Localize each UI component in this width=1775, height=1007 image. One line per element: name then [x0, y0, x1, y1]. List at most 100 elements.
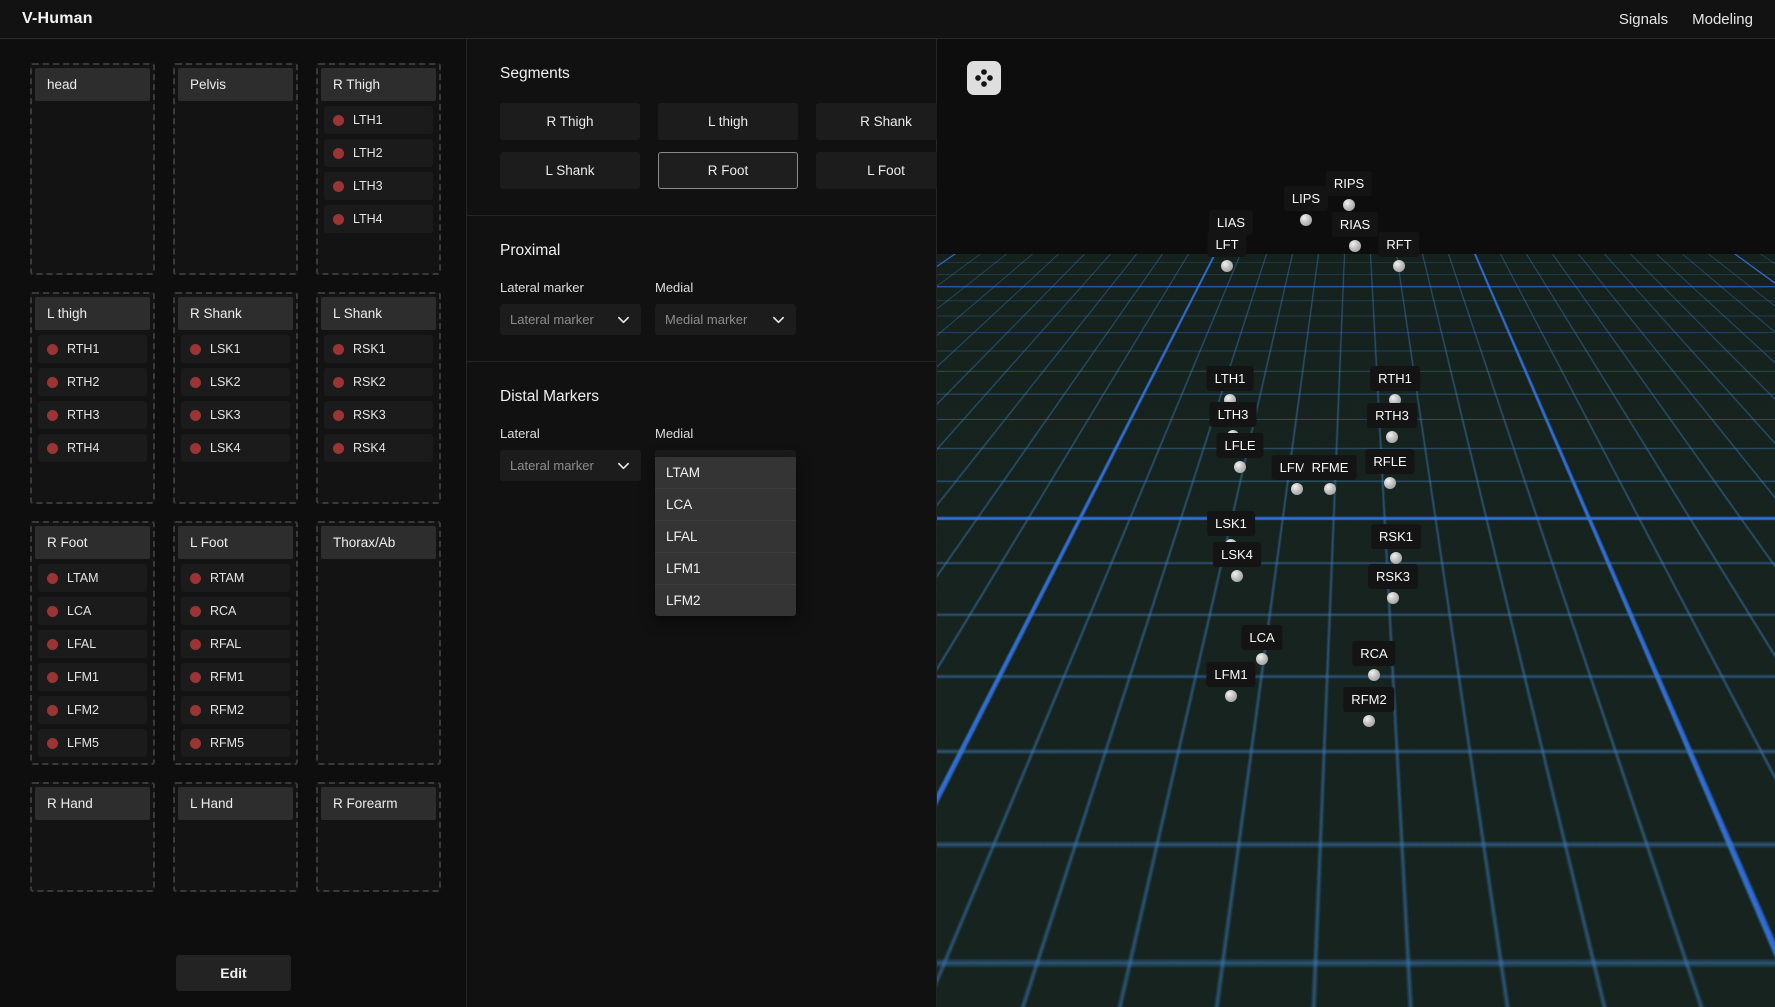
- marker-list-item[interactable]: RTH3: [38, 401, 147, 429]
- viewport-marker-label: RSK3: [1368, 564, 1418, 589]
- segment-button[interactable]: L Shank: [500, 152, 640, 189]
- segment-card[interactable]: head: [30, 63, 155, 275]
- marker-dot-icon: [190, 442, 201, 454]
- distal-lateral-select[interactable]: Lateral marker: [500, 450, 641, 481]
- marker-list-item[interactable]: RTAM: [181, 564, 290, 592]
- segment-card[interactable]: R Hand: [30, 782, 155, 892]
- segment-marker-list: [178, 820, 293, 828]
- marker-list-item[interactable]: RSK3: [324, 401, 433, 429]
- dropdown-option[interactable]: LCA: [655, 489, 796, 521]
- marker-list-item[interactable]: LSK4: [181, 434, 290, 462]
- marker-list-item[interactable]: LSK1: [181, 335, 290, 363]
- marker-list-item[interactable]: LTH3: [324, 172, 433, 200]
- segment-card[interactable]: R Thigh LTH1 LTH2 LTH3 LTH4: [316, 63, 441, 275]
- viewport-marker-label: LSK4: [1213, 542, 1261, 567]
- segment-button[interactable]: R Foot: [658, 152, 798, 189]
- segment-button[interactable]: R Thigh: [500, 103, 640, 140]
- marker-dot-icon: [333, 213, 344, 225]
- viewport-marker-sphere: [1227, 648, 1239, 660]
- distal-medial-dropdown[interactable]: LTAM LCA LFAL LFM1 LFM2: [655, 457, 796, 616]
- segment-card-title: L Shank: [321, 297, 436, 330]
- segment-button[interactable]: R Shank: [816, 103, 956, 140]
- segment-card[interactable]: L Shank RSK1 RSK2 RSK3 RSK4: [316, 292, 441, 504]
- marker-list-item[interactable]: RFAL: [181, 630, 290, 658]
- marker-dot-icon: [333, 114, 344, 126]
- marker-dot-icon: [333, 376, 344, 388]
- marker-label: RFM1: [210, 670, 245, 684]
- marker-list-item[interactable]: LCA: [38, 597, 147, 625]
- marker-dot-icon: [47, 442, 58, 454]
- nav-item-signals[interactable]: Signals: [1619, 11, 1668, 28]
- marker-list-item[interactable]: LTAM: [38, 564, 147, 592]
- marker-label: LFM2: [67, 703, 99, 717]
- segment-card[interactable]: L thigh RTH1 RTH2 RTH3 RTH4: [30, 292, 155, 504]
- segment-marker-list: LTH1 LTH2 LTH3 LTH4: [321, 101, 436, 236]
- marker-label: RTH3: [67, 408, 100, 422]
- segment-card-title: R Shank: [178, 297, 293, 330]
- segment-marker-list: [178, 101, 293, 109]
- distal-section-title: Distal Markers: [500, 388, 600, 405]
- marker-list-item[interactable]: RSK4: [324, 434, 433, 462]
- segment-card[interactable]: Pelvis: [173, 63, 298, 275]
- marker-list-item[interactable]: LFM5: [38, 729, 147, 757]
- marker-list-item[interactable]: RFM2: [181, 696, 290, 724]
- marker-label: LSK1: [210, 342, 241, 356]
- viewport-marker-sphere: [1256, 653, 1268, 665]
- marker-list-item[interactable]: LSK3: [181, 401, 290, 429]
- segment-card-title: L Foot: [178, 526, 293, 559]
- dropdown-option[interactable]: LFM1: [655, 553, 796, 585]
- viewport-marker-sphere: [1234, 461, 1246, 473]
- viewport-marker-sphere: [1389, 712, 1401, 724]
- nav-item-modeling[interactable]: Modeling: [1692, 11, 1753, 28]
- marker-list-item[interactable]: RTH1: [38, 335, 147, 363]
- proximal-lateral-select[interactable]: Lateral marker: [500, 304, 641, 335]
- 3d-viewport[interactable]: LIASLFTLIPSRIPSRIASRFTLTH2LTH1LTH4LTH3LF…: [937, 39, 1775, 1007]
- edit-button[interactable]: Edit: [176, 955, 291, 991]
- segment-card-title: L thigh: [35, 297, 150, 330]
- marker-list-item[interactable]: LTH2: [324, 139, 433, 167]
- marker-label: RTH2: [67, 375, 100, 389]
- segment-button[interactable]: L Foot: [816, 152, 956, 189]
- marker-list-item[interactable]: RCA: [181, 597, 290, 625]
- marker-list-item[interactable]: RTH2: [38, 368, 147, 396]
- marker-list-item[interactable]: LTH1: [324, 106, 433, 134]
- distal-lateral-label: Lateral: [500, 426, 540, 441]
- segment-card[interactable]: R Foot LTAM LCA LFAL LFM1 LFM2 LFM5: [30, 521, 155, 765]
- marker-list-item[interactable]: LSK2: [181, 368, 290, 396]
- viewport-marker-sphere: [1387, 592, 1399, 604]
- four-dot-grid-icon[interactable]: [967, 61, 1001, 95]
- marker-list-item[interactable]: RFM5: [181, 729, 290, 757]
- proximal-medial-label: Medial: [655, 280, 694, 295]
- marker-list-item[interactable]: LTH4: [324, 205, 433, 233]
- app-root: V-Human Signals Modeling head Pelvis R Thi…: [0, 0, 1775, 1007]
- marker-dot-icon: [47, 605, 58, 617]
- marker-list-item[interactable]: LFM1: [38, 663, 147, 691]
- segment-card[interactable]: R Shank LSK1 LSK2 LSK3 LSK4: [173, 292, 298, 504]
- dropdown-option[interactable]: LTAM: [655, 457, 796, 489]
- marker-dot-icon: [190, 638, 201, 650]
- marker-list-item[interactable]: RFM1: [181, 663, 290, 691]
- dropdown-option[interactable]: LFM2: [655, 585, 796, 616]
- segment-card[interactable]: Thorax/Ab: [316, 521, 441, 765]
- viewport-marker-sphere: [1231, 570, 1243, 582]
- viewport-marker-label: LCA: [1241, 625, 1283, 650]
- marker-list-item[interactable]: LFM2: [38, 696, 147, 724]
- viewport-marker-sphere: [1384, 477, 1396, 489]
- marker-dot-icon: [47, 376, 58, 388]
- top-navigation: Signals Modeling: [1619, 11, 1753, 28]
- proximal-medial-select[interactable]: Medial marker: [655, 304, 796, 335]
- marker-list-item[interactable]: LFAL: [38, 630, 147, 658]
- marker-label: RFM2: [210, 703, 245, 717]
- viewport-marker-sphere: [1349, 240, 1361, 252]
- proximal-medial-field: Medial Medial marker: [655, 280, 796, 335]
- marker-label: RTH4: [67, 441, 100, 455]
- marker-list-item[interactable]: RSK2: [324, 368, 433, 396]
- dropdown-option[interactable]: LFAL: [655, 521, 796, 553]
- segment-card[interactable]: R Forearm: [316, 782, 441, 892]
- marker-list-item[interactable]: RSK1: [324, 335, 433, 363]
- marker-list-item[interactable]: RTH4: [38, 434, 147, 462]
- marker-dot-icon: [47, 704, 58, 716]
- segment-card[interactable]: L Foot RTAM RCA RFAL RFM1 RFM2 RFM5: [173, 521, 298, 765]
- segment-card[interactable]: L Hand: [173, 782, 298, 892]
- segment-button[interactable]: L thigh: [658, 103, 798, 140]
